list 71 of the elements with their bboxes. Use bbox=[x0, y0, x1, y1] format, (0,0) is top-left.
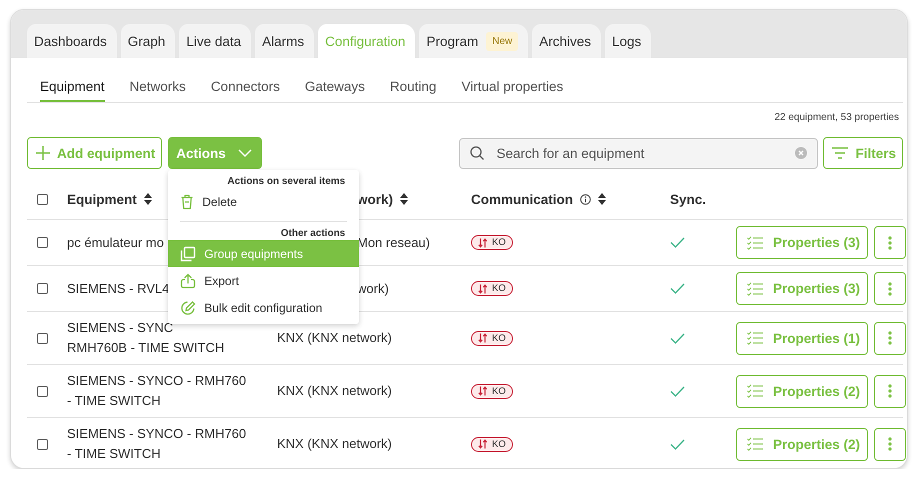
column-header: Sync. bbox=[670, 192, 706, 206]
new-badge: New bbox=[486, 32, 518, 50]
equipment-name: RMH760B - TIME SWITCH bbox=[67, 339, 224, 357]
subtab[interactable]: Gateways bbox=[304, 58, 365, 102]
stacked-squares-icon bbox=[180, 246, 196, 262]
subtab[interactable]: Networks bbox=[130, 58, 186, 102]
equipment-count: 22 equipment, 53 properties bbox=[774, 112, 899, 125]
clear-icon bbox=[795, 147, 808, 159]
checkbox[interactable] bbox=[37, 237, 48, 248]
vertical-dots-icon bbox=[888, 282, 892, 296]
status-badge: KO bbox=[471, 330, 513, 346]
column-header: Equipment bbox=[67, 192, 137, 206]
upload-icon bbox=[180, 272, 196, 288]
checkbox[interactable] bbox=[37, 438, 48, 450]
tab[interactable]: Live data bbox=[179, 24, 252, 58]
search-icon bbox=[470, 146, 484, 160]
status-badge: KO bbox=[471, 235, 513, 250]
subtab[interactable]: Equipment bbox=[40, 58, 105, 102]
subtab[interactable]: Connectors bbox=[210, 58, 280, 102]
vertical-dots-icon bbox=[888, 331, 892, 345]
arrows-icon bbox=[478, 386, 488, 396]
subtab[interactable]: Routing bbox=[390, 58, 436, 102]
equipment-name: SIEMENS - RVL4 bbox=[67, 280, 170, 298]
arrows-icon bbox=[478, 439, 488, 449]
plus-icon bbox=[36, 146, 50, 160]
arrows-icon bbox=[478, 238, 488, 248]
menu-section-title: Actions on several items bbox=[226, 175, 346, 188]
network-name: KNX (KNX network) bbox=[277, 435, 392, 453]
status-badge: KO bbox=[471, 384, 513, 398]
chevron-down-icon bbox=[238, 149, 252, 157]
tab[interactable]: Program New bbox=[419, 24, 528, 58]
network-name: KNX (KNX network) bbox=[277, 329, 392, 347]
filter-icon bbox=[832, 147, 848, 159]
tab[interactable]: Dashboards bbox=[27, 24, 117, 58]
checkbox[interactable] bbox=[37, 283, 48, 294]
checklist-icon bbox=[746, 282, 763, 296]
menu-item[interactable]: Bulk edit configuration bbox=[168, 294, 360, 321]
status-badge: KO bbox=[471, 436, 513, 452]
search-field[interactable]: Search for an equipment bbox=[459, 138, 818, 168]
tab[interactable]: Graph bbox=[120, 24, 176, 58]
menu-section-title: Other actions bbox=[280, 227, 346, 240]
checklist-icon bbox=[746, 437, 763, 451]
status-badge: KO bbox=[471, 281, 513, 296]
checklist-icon bbox=[746, 331, 763, 345]
equipment-name: SIEMENS - SYNCO - RMH760 bbox=[67, 425, 246, 443]
checklist-icon bbox=[746, 384, 763, 398]
arrows-icon bbox=[478, 284, 488, 294]
trash-icon bbox=[180, 194, 194, 210]
subtab[interactable]: Virtual properties bbox=[461, 58, 564, 102]
tab[interactable]: Logs bbox=[605, 24, 652, 58]
menu-item[interactable]: Delete bbox=[168, 188, 360, 215]
equipment-name: - TIME SWITCH bbox=[67, 445, 161, 463]
vertical-dots-icon bbox=[888, 236, 892, 250]
equipment-name: pc émulateur mo bbox=[67, 234, 164, 252]
network-name: KNX (KNX network) bbox=[277, 382, 392, 400]
vertical-dots-icon bbox=[888, 437, 892, 451]
pencil-circle-icon bbox=[180, 300, 196, 316]
checklist-icon bbox=[746, 236, 763, 250]
tab[interactable]: Alarms bbox=[255, 24, 314, 58]
equipment-name: SIEMENS - SYNCO - RMH760 bbox=[67, 372, 246, 390]
checkbox[interactable] bbox=[37, 332, 48, 344]
tab[interactable]: Archives bbox=[532, 24, 601, 58]
equipment-name: - TIME SWITCH bbox=[67, 392, 161, 410]
arrows-icon bbox=[478, 333, 488, 343]
column-header: Communication bbox=[471, 192, 574, 206]
menu-item[interactable]: Export bbox=[168, 267, 360, 294]
checkbox[interactable] bbox=[37, 194, 48, 204]
checkbox[interactable] bbox=[37, 386, 48, 396]
search-input[interactable]: Search for an equipment bbox=[494, 144, 786, 162]
equipment-name: SIEMENS - SYNC bbox=[67, 319, 174, 337]
vertical-dots-icon bbox=[888, 384, 892, 398]
